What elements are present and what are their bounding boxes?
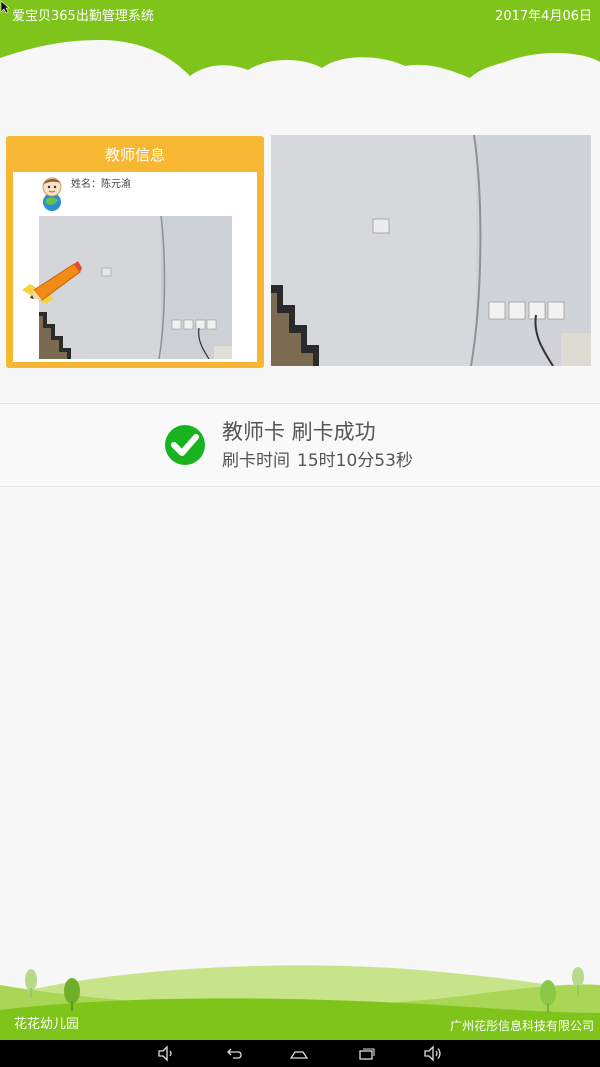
baby-avatar-icon [42, 177, 62, 211]
volume-up-icon[interactable] [423, 1045, 441, 1062]
teacher-name: 陈元渝 [101, 179, 131, 190]
swipe-status: 教师卡 刷卡成功 [222, 420, 376, 444]
pencil-icon [22, 261, 82, 304]
check-circle-icon [165, 425, 205, 465]
back-icon[interactable] [224, 1045, 242, 1062]
swipe-time-label: 刷卡时间 [222, 451, 290, 471]
school-name: 花花幼儿园 [14, 1017, 80, 1032]
footer-bar: 花花幼儿园 广州花彤信息科技有限公司 [0, 955, 600, 1040]
home-icon[interactable] [290, 1045, 308, 1062]
name-label: 姓名： [71, 179, 101, 190]
cursor-icon [0, 0, 10, 14]
app-title: 爱宝贝365出勤管理系统 [12, 9, 154, 24]
volume-down-icon[interactable] [157, 1045, 175, 1062]
swipe-time-value: 15时10分53秒 [297, 451, 413, 471]
camera-view [271, 135, 591, 366]
swipe-result-panel: 教师卡 刷卡成功 刷卡时间 15时10分53秒 [0, 403, 600, 487]
header-bar: 爱宝贝365出勤管理系统 2017年4月06日 [0, 0, 600, 110]
swipe-time-row: 刷卡时间 15时10分53秒 [222, 449, 420, 473]
teacher-name-row: 姓名：陈元渝 [71, 178, 131, 192]
header-date: 2017年4月06日 [495, 9, 592, 24]
android-nav-bar [0, 1040, 600, 1067]
card-title: 教师信息 [104, 146, 165, 164]
recent-apps-icon[interactable] [358, 1045, 376, 1062]
teacher-info-card: 教师信息 姓名：陈元渝 [6, 136, 264, 368]
company-name: 广州花彤信息科技有限公司 [449, 1019, 594, 1033]
